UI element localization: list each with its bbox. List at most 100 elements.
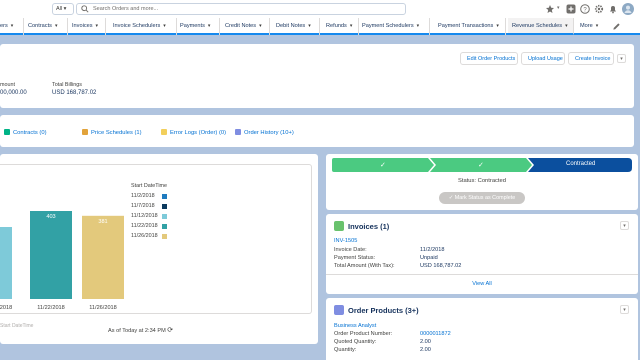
invoices-card-dropdown-chevron-icon[interactable]: ▾	[620, 221, 629, 230]
order-products-card-title[interactable]: Order Products (3+)	[348, 306, 419, 315]
legend-label: 11/12/2018	[131, 213, 158, 219]
nav-tab-payment-schedulers[interactable]: Payment Schedulers ▾	[362, 18, 430, 35]
price-schedules-related-link[interactable]: Price Schedules (1)	[82, 129, 142, 136]
search-scope-select[interactable]: All ▾	[52, 3, 74, 15]
chevron-down-icon[interactable]: ▾	[417, 23, 420, 29]
notifications-bell-icon[interactable]	[608, 4, 618, 14]
x-tick-label: 11/22/2018	[37, 305, 65, 311]
legend-title: Start DateTime	[131, 183, 168, 189]
chevron-down-icon[interactable]: ▾	[96, 23, 99, 29]
global-header: All ▾ Search Orders and more... ▾ ?	[0, 0, 640, 27]
chart-bar[interactable]	[82, 215, 124, 299]
legend-swatch	[162, 224, 167, 229]
legend-swatch	[162, 204, 167, 209]
help-question-icon[interactable]: ?	[580, 4, 590, 14]
order-products-card-dropdown-chevron-icon[interactable]: ▾	[620, 305, 629, 314]
related-link-label: Contracts (0)	[13, 130, 47, 136]
invoice-icon	[334, 221, 344, 231]
refresh-icon[interactable]: ⟳	[167, 327, 173, 334]
nav-tab-label: Debit Notes	[276, 23, 306, 29]
contract-icon	[4, 129, 10, 135]
nav-tab-credit-notes[interactable]: Credit Notes ▾	[225, 18, 270, 35]
total-billings-label: Total Billings	[52, 82, 82, 88]
total-amount-label: Total Amount (With Tax):	[334, 263, 395, 269]
invoice-record-link[interactable]: INV-1505	[334, 238, 357, 244]
search-icon	[81, 5, 89, 13]
edit-nav-pencil-icon[interactable]	[612, 22, 621, 31]
invoices-card-title[interactable]: Invoices (1)	[348, 222, 389, 231]
order-product-icon	[334, 305, 344, 315]
chevron-down-icon[interactable]: ▾	[259, 23, 262, 29]
nav-tab-revenue-schedules[interactable]: Revenue Schedules ▾	[508, 18, 574, 35]
quoted-quantity-value: 2.00	[420, 339, 431, 345]
chart-timestamp-text: As of Today at 2:34 PM	[108, 328, 166, 334]
check-icon: ✓	[380, 162, 386, 169]
chevron-down-icon[interactable]: ▾	[208, 23, 211, 29]
favorites-star-icon[interactable]	[545, 4, 555, 14]
chart-container: 2018 403 11/22/2018 381 11/26/2018 Start Dat…	[0, 164, 312, 329]
search-scope-label: All	[56, 6, 63, 12]
favorites-dropdown-icon[interactable]: ▾	[557, 5, 560, 11]
invoices-view-all-link[interactable]: View All	[326, 281, 638, 287]
card-divider	[326, 274, 638, 275]
invoice-date-label: Invoice Date:	[334, 247, 367, 253]
nav-tab-debit-notes[interactable]: Debit Notes ▾	[276, 18, 320, 35]
edit-order-products-button[interactable]: Edit Order Products	[460, 52, 518, 65]
order-product-number-value[interactable]: 0000011872	[420, 331, 451, 337]
mark-status-complete-label: Mark Status as Complete	[454, 195, 516, 201]
nav-tab-invoice-schedulers[interactable]: Invoice Schedulers ▾	[113, 18, 177, 35]
chevron-down-icon[interactable]: ▾	[55, 23, 58, 29]
check-icon: ✓	[478, 162, 484, 169]
order-product-record-link[interactable]: Business Analyst	[334, 323, 376, 329]
nav-more-menu[interactable]: More ▾	[580, 18, 608, 35]
global-search-input[interactable]: Search Orders and more...	[76, 3, 406, 15]
nav-tab-label: Revenue Schedules	[512, 23, 563, 29]
invoice-date-value: 11/2/2018	[420, 247, 445, 253]
nav-tab-contracts[interactable]: Contracts ▾	[28, 18, 68, 35]
chart-bar[interactable]	[0, 227, 12, 299]
chart-bar[interactable]	[30, 211, 72, 299]
error-logs-related-link[interactable]: Error Logs (Order) (0)	[161, 129, 226, 136]
setup-gear-icon[interactable]	[594, 4, 604, 14]
nav-tab-refunds[interactable]: Refunds ▾	[326, 18, 359, 35]
upload-usage-button[interactable]: Upload Usage	[521, 52, 565, 65]
chevron-down-icon[interactable]: ▾	[163, 23, 166, 29]
nav-tab-invoices[interactable]: Invoices ▾	[72, 18, 106, 35]
nav-tab-label: ers	[0, 23, 8, 29]
actions-dropdown-chevron-icon[interactable]: ▾	[617, 54, 626, 63]
x-tick-label: 2018	[0, 305, 12, 311]
record-highlights-panel: Edit Order Products Upload Usage Create …	[0, 44, 634, 108]
nav-tab-label: Contracts	[28, 23, 52, 29]
chevron-down-icon[interactable]: ▾	[11, 23, 14, 29]
create-invoice-button[interactable]: Create Invoice	[568, 52, 614, 65]
nav-tab-label: Payment Schedulers	[362, 23, 414, 29]
legend-swatch	[162, 234, 167, 239]
path-status-text: Status: Contracted	[457, 178, 506, 184]
status-path-card: ✓ ✓ Contracted Status: Contracted ✓ Mark…	[326, 154, 638, 210]
chevron-down-icon[interactable]: ▾	[308, 23, 311, 29]
related-link-label: Order History (10+)	[244, 130, 294, 136]
nav-tab-label: Invoices	[72, 23, 93, 29]
quoted-quantity-label: Quoted Quantity:	[334, 339, 377, 345]
chart-data-label: 381	[98, 219, 107, 225]
nav-tab-label: Invoice Schedulers	[113, 23, 161, 29]
user-avatar[interactable]	[622, 3, 634, 15]
nav-tab-orders[interactable]: ers ▾	[0, 18, 24, 35]
contracts-related-link[interactable]: Contracts (0)	[4, 129, 47, 136]
chevron-down-icon[interactable]: ▾	[350, 23, 353, 29]
chart-legend: 11/2/2018 11/7/2018 11/12/2018 11/22/201…	[131, 193, 171, 253]
legend-swatch	[162, 214, 167, 219]
related-link-label: Error Logs (Order) (0)	[170, 130, 227, 136]
mark-status-complete-button[interactable]: ✓ Mark Status as Complete	[439, 192, 525, 204]
payment-status-label: Payment Status:	[334, 255, 376, 261]
related-list-quick-links: Contracts (0) Price Schedules (1) Error …	[0, 115, 634, 147]
chevron-down-icon[interactable]: ▾	[496, 23, 499, 29]
global-actions-plus-icon[interactable]	[566, 4, 576, 14]
chevron-down-icon[interactable]: ▾	[596, 23, 599, 29]
path-stage-contracted[interactable]: Contracted	[566, 161, 595, 167]
order-history-related-link[interactable]: Order History (10+)	[235, 129, 294, 136]
chevron-down-icon[interactable]: ▾	[565, 23, 568, 29]
nav-tab-label: More	[580, 23, 593, 29]
nav-tab-payment-transactions[interactable]: Payment Transactions ▾	[438, 18, 506, 35]
nav-tab-payments[interactable]: Payments ▾	[180, 18, 220, 35]
